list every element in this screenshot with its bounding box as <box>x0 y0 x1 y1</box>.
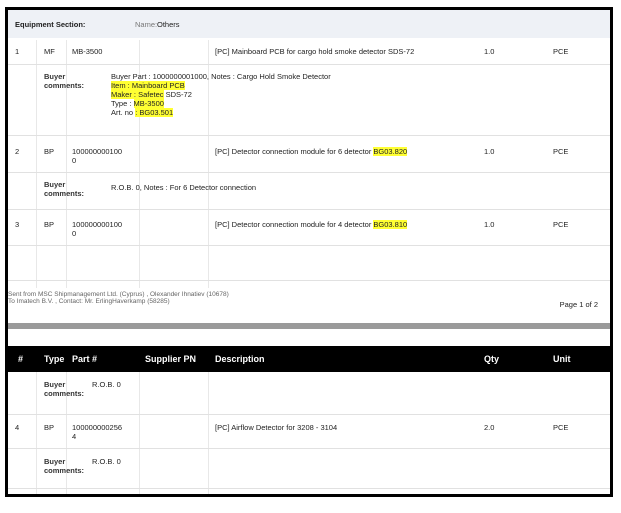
row-separator <box>8 64 610 65</box>
row-separator <box>8 280 610 281</box>
header-qty: Qty <box>484 354 500 364</box>
footer-sender: Sent from MSC Shipmanagement Ltd. (Cypru… <box>8 291 229 298</box>
column-divider <box>36 40 37 288</box>
buyer-comment-text: R.O.B. 0 <box>92 457 121 466</box>
item-description: [PC] Detector connection module for 6 de… <box>215 147 408 156</box>
document-frame: Equipment Section: Name: Others 1 MF MB-… <box>5 7 613 497</box>
column-divider <box>208 372 209 494</box>
buyer-comments-label: Buyer comments: <box>44 180 85 198</box>
highlight: MB-3500 <box>133 99 164 108</box>
buyer-comments-label: Buyer comments: <box>44 457 85 475</box>
item-number: 2 <box>15 147 20 156</box>
item-unit: PCE <box>553 220 569 229</box>
buyer-comment-text: R.O.B. 0 <box>92 380 121 389</box>
item-description: [PC] Mainboard PCB for cargo hold smoke … <box>215 47 415 56</box>
item-type: BP <box>44 423 55 432</box>
footer-recipient: To Imatech B.V. , Contact: Mr. ErlingHav… <box>8 298 170 305</box>
item-description: [PC] Detector connection module for 4 de… <box>215 220 408 229</box>
row-separator <box>8 135 610 136</box>
highlight: Item : Mainboard PCB <box>111 81 185 90</box>
page-footer: Sent from MSC Shipmanagement Ltd. (Cypru… <box>8 291 610 305</box>
item-type: MF <box>44 47 55 56</box>
row-separator <box>8 245 610 246</box>
item-type: BP <box>44 220 55 229</box>
page-break-divider <box>8 323 610 329</box>
item-unit: PCE <box>553 147 569 156</box>
item-type: BP <box>44 147 55 156</box>
buyer-comment-text: Buyer Part : 1000000001000, Notes : Carg… <box>111 72 331 117</box>
page-number: Page 1 of 2 <box>559 300 598 309</box>
equipment-section-bar: Equipment Section: Name: Others <box>8 10 610 38</box>
header-type: Type <box>44 354 65 364</box>
table-header: # Type Part # Supplier PN Description Qt… <box>8 346 610 372</box>
column-divider <box>139 372 140 494</box>
item-qty: 1.0 <box>484 147 495 156</box>
item-qty: 1.0 <box>484 47 495 56</box>
item-number: 3 <box>15 220 20 229</box>
row-separator <box>8 488 610 489</box>
row-separator <box>8 209 610 210</box>
item-part-number: 100000000256 4 <box>72 423 123 441</box>
header-unit: Unit <box>553 354 571 364</box>
column-divider <box>36 372 37 494</box>
row-separator <box>8 172 610 173</box>
item-number: 4 <box>15 423 20 432</box>
item-part-number: 100000000100 0 <box>72 147 123 165</box>
buyer-comments-label: Buyer comments: <box>44 380 85 398</box>
equipment-name-value: Others <box>157 20 180 29</box>
item-qty: 1.0 <box>484 220 495 229</box>
header-supplier-pn: Supplier PN <box>145 354 197 364</box>
buyer-comment-text: R.O.B. 0, Notes : For 6 Detector connect… <box>111 183 257 192</box>
highlight: : BG03.501 <box>135 108 174 117</box>
item-part-number: 100000000100 0 <box>72 220 123 238</box>
item-number: 1 <box>15 47 20 56</box>
equipment-section-label: Equipment Section: <box>15 20 86 29</box>
item-unit: PCE <box>553 47 569 56</box>
equipment-name-label: Name: <box>135 20 158 29</box>
highlight: Maker : Safetec <box>111 90 164 99</box>
highlight: BG03.820 <box>373 147 408 156</box>
page-1: Equipment Section: Name: Others 1 MF MB-… <box>8 10 610 321</box>
item-qty: 2.0 <box>484 423 495 432</box>
item-part-number: MB-3500 <box>72 47 103 56</box>
row-separator <box>8 414 610 415</box>
item-unit: PCE <box>553 423 569 432</box>
header-part: Part # <box>72 354 98 364</box>
highlight: BG03.810 <box>373 220 408 229</box>
item-description: [PC] Airflow Detector for 3208 - 3104 <box>215 423 338 432</box>
header-description: Description <box>215 354 265 364</box>
header-number: # <box>18 354 24 364</box>
row-separator <box>8 448 610 449</box>
buyer-comments-label: Buyer comments: <box>44 72 85 90</box>
